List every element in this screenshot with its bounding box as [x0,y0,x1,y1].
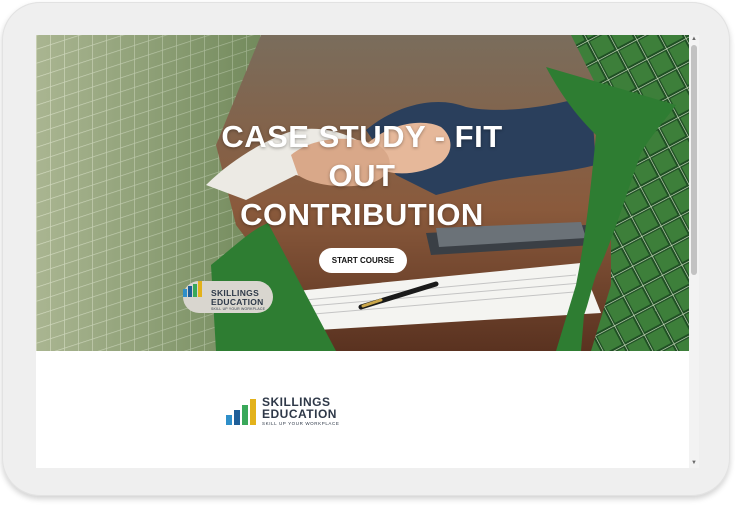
logo-brand-line2: EDUCATION [262,407,337,421]
course-title: CASE STUDY - FIT OUT CONTRIBUTION [221,119,503,232]
scroll-up-arrow-icon[interactable]: ▲ [689,35,699,44]
badge-tagline: SKILL UP YOUR WORKPLACE [211,307,266,311]
start-course-button[interactable]: START COURSE [319,248,407,273]
logo-brand-name: SKILLINGS EDUCATION [262,396,337,420]
scrollbar-thumb[interactable] [691,45,697,275]
course-hero-banner: CASE STUDY - FIT OUT CONTRIBUTION START … [36,35,689,351]
course-viewer-screen: CASE STUDY - FIT OUT CONTRIBUTION START … [36,35,699,468]
badge-brand-name: SKILLINGS EDUCATION [211,289,264,307]
vertical-scrollbar[interactable]: ▲ ▼ [689,35,699,468]
tablet-frame: CASE STUDY - FIT OUT CONTRIBUTION START … [2,2,730,496]
skillings-badge-logo: SKILLINGS EDUCATION SKILL UP YOUR WORKPL… [183,281,273,313]
scroll-down-arrow-icon[interactable]: ▼ [689,459,699,468]
logo-tagline: SKILL UP YOUR WORKPLACE [262,421,340,426]
bar-chart-icon [226,399,256,425]
badge-brand-line2: EDUCATION [211,297,264,307]
bar-chart-icon [183,281,202,297]
